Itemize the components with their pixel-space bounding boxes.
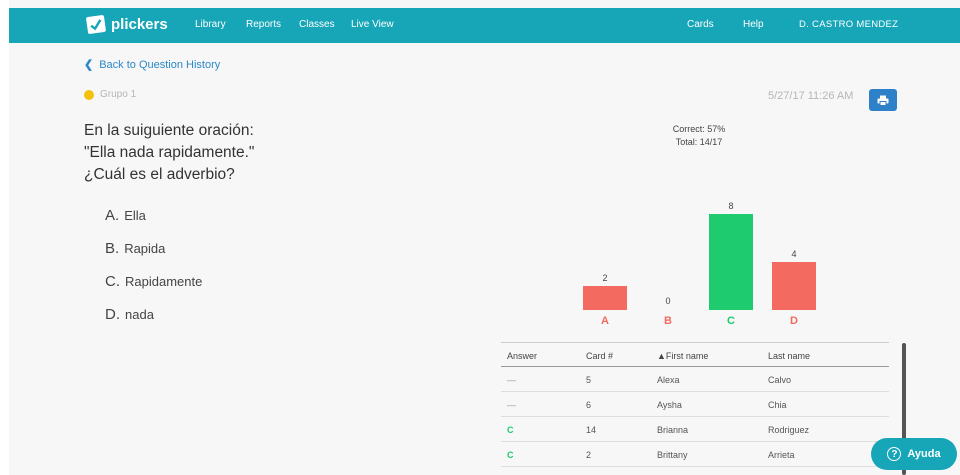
row-card: 2: [586, 450, 592, 460]
nav-user-menu[interactable]: D. CASTRO MENDEZ: [799, 19, 898, 30]
logo-text: plickers: [111, 16, 168, 33]
question-line-3: ¿Cuál es el adverbio?: [84, 166, 235, 183]
choice-text: Rapidamente: [125, 274, 203, 289]
bar-value-d: 4: [791, 249, 797, 259]
group-name: Grupo 1: [100, 89, 137, 100]
bar-label-a: A: [601, 315, 609, 327]
choice-a: A. Ella: [105, 207, 146, 224]
plickers-logo[interactable]: plickers: [85, 14, 168, 35]
choice-text: Rapida: [124, 241, 166, 256]
header-answer[interactable]: Answer: [507, 351, 537, 361]
choice-d: D. nada: [105, 306, 154, 323]
bar-label-c: C: [727, 315, 735, 327]
responses-table: Answer Card # ▲First name Last name — 5 …: [501, 342, 889, 467]
choice-letter: B.: [105, 240, 120, 257]
choice-letter: C.: [105, 273, 120, 290]
choice-letter: D.: [105, 306, 120, 323]
row-answer: C: [507, 450, 514, 460]
bar-value-a: 2: [602, 273, 608, 283]
bar-a: [583, 286, 627, 310]
row-first-name: Brianna: [657, 425, 689, 435]
total-responses: Total: 14/17: [675, 137, 723, 147]
top-nav-bar: plickers Library Reports Classes Live Vi…: [9, 8, 960, 43]
row-first-name: Alexa: [657, 375, 680, 385]
help-button[interactable]: ? Ayuda: [871, 438, 957, 470]
row-last-name: Chia: [768, 400, 787, 410]
table-header-row: Answer Card # ▲First name Last name: [501, 342, 889, 367]
nav-reports[interactable]: Reports: [246, 19, 281, 30]
help-button-label: Ayuda: [907, 448, 941, 460]
bar-d: [772, 262, 816, 310]
bar-label-b: B: [664, 315, 672, 327]
row-card: 5: [586, 375, 592, 385]
nav-live-view[interactable]: Live View: [351, 19, 394, 30]
row-last-name: Arrieta: [768, 450, 795, 460]
printer-icon: [877, 95, 889, 106]
header-card-number[interactable]: Card #: [586, 351, 613, 361]
choice-b: B. Rapida: [105, 240, 165, 257]
print-button[interactable]: [869, 89, 897, 111]
table-row[interactable]: — 6 Aysha Chia: [501, 392, 889, 417]
question-line-1: En la suiguiente oración:: [84, 122, 254, 139]
group-color-dot: [84, 89, 94, 100]
row-answer: C: [507, 425, 514, 435]
bar-label-d: D: [790, 315, 798, 327]
row-first-name: Aysha: [657, 400, 682, 410]
question-timestamp: 5/27/17 11:26 AM: [768, 90, 854, 102]
row-first-name: Brittany: [657, 450, 688, 460]
table-row[interactable]: C 14 Brianna Rodriguez: [501, 417, 889, 442]
table-row[interactable]: C 2 Brittany Arrieta: [501, 442, 889, 467]
nav-classes[interactable]: Classes: [299, 19, 335, 30]
row-last-name: Calvo: [768, 375, 792, 385]
choice-text: nada: [125, 307, 154, 322]
bar-c: [709, 214, 753, 310]
table-row[interactable]: — 5 Alexa Calvo: [501, 367, 889, 392]
app-frame: plickers Library Reports Classes Live Vi…: [9, 0, 960, 475]
bar-value-b: 0: [665, 296, 671, 306]
question-circle-icon: ?: [887, 447, 902, 461]
row-card: 6: [586, 400, 592, 410]
nav-library[interactable]: Library: [195, 19, 226, 30]
back-link-label: Back to Question History: [99, 58, 221, 71]
header-first-name[interactable]: ▲First name: [657, 351, 708, 361]
chevron-left-icon: ❮: [84, 59, 94, 71]
back-to-history-link[interactable]: ❮ Back to Question History: [84, 58, 221, 72]
row-card: 14: [586, 425, 597, 435]
choice-c: C. Rapidamente: [105, 273, 202, 290]
response-stats: Correct: 57% Total: 14/17: [649, 123, 749, 149]
checkmark-logo-icon: [85, 14, 107, 35]
header-last-name[interactable]: Last name: [768, 351, 810, 361]
group-indicator: Grupo 1: [84, 89, 136, 100]
nav-cards[interactable]: Cards: [687, 19, 714, 30]
choice-letter: A.: [105, 207, 120, 224]
question-line-2: "Ella nada rapidamente.": [84, 144, 255, 161]
choice-text: Ella: [124, 208, 146, 223]
row-answer: —: [507, 375, 516, 385]
row-answer: —: [507, 400, 516, 410]
row-last-name: Rodriguez: [768, 425, 810, 435]
bar-value-c: 8: [728, 201, 734, 211]
nav-help[interactable]: Help: [743, 19, 764, 30]
correct-percent: Correct: 57%: [672, 124, 726, 134]
question-text: En la suiguiente oración: "Ella nada rap…: [84, 120, 384, 186]
